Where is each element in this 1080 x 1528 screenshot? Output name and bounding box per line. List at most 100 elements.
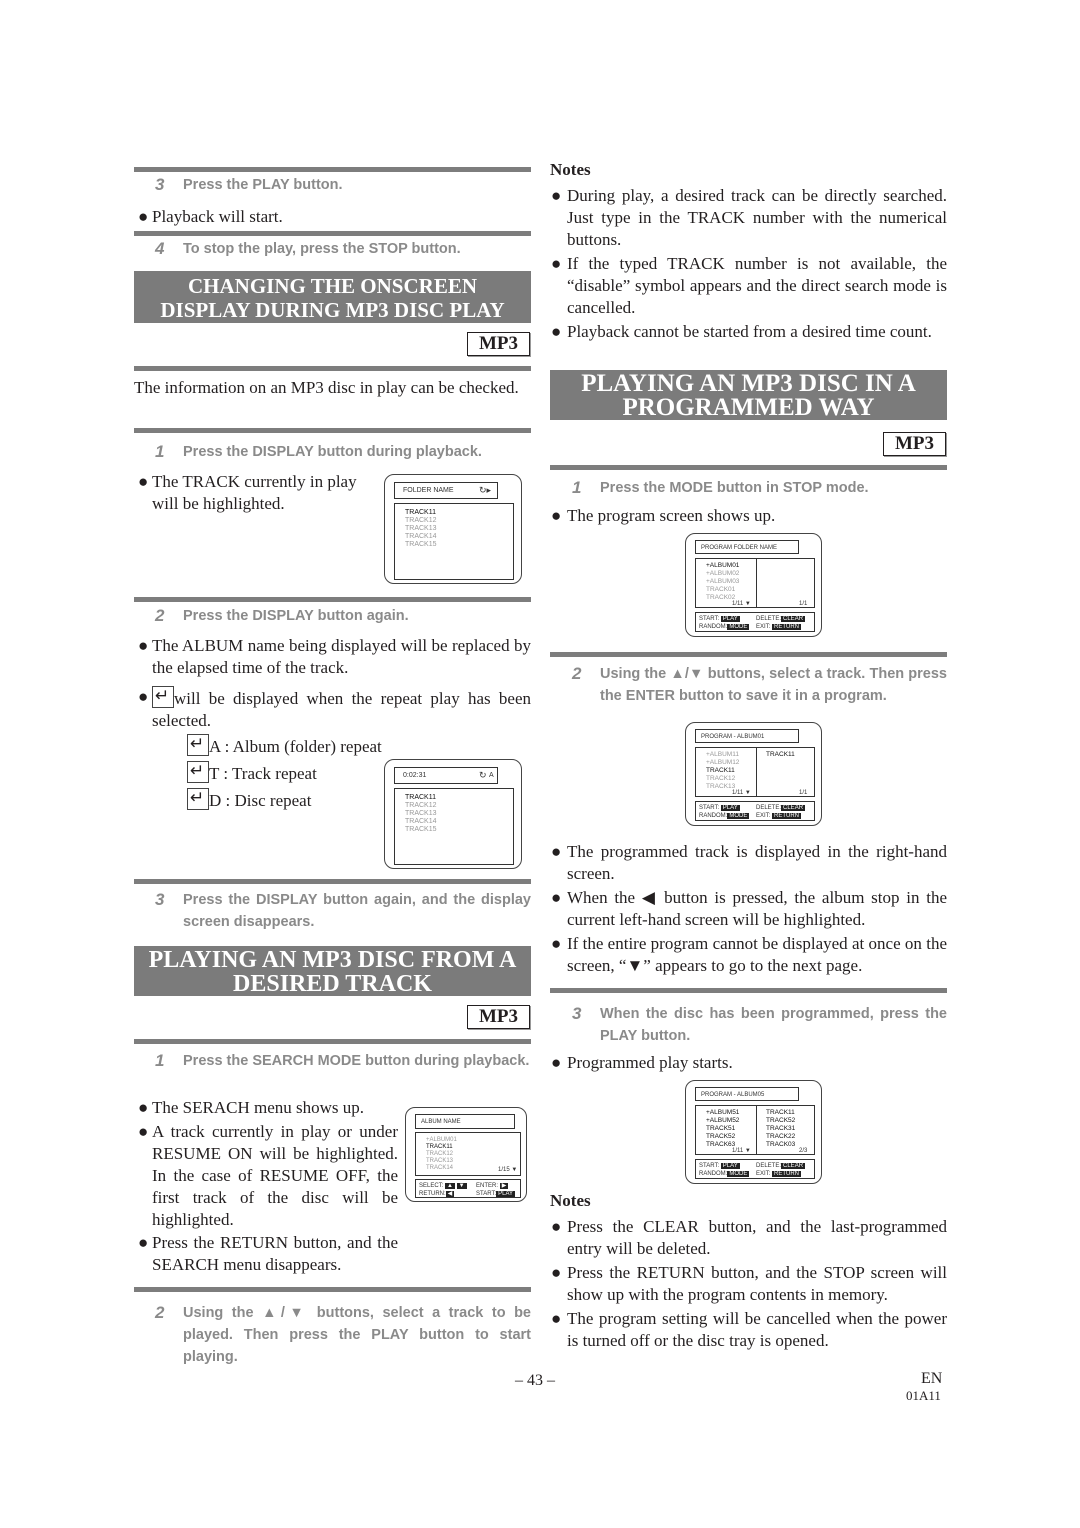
exit-key: EXIT: RETURN: [756, 1171, 802, 1177]
random-key: RANDOM: MODE: [699, 624, 750, 630]
note-item: ● Press the RETURN button, and the STOP …: [551, 1263, 947, 1304]
program-item: TRACK22: [766, 1133, 796, 1140]
notes-heading: Notes: [550, 1191, 591, 1210]
page-indicator: 1/11 ▼: [732, 601, 751, 607]
bullet-programmed-play: ● Programmed play starts.: [551, 1053, 733, 1072]
display-screen-elapsed: 0:02:31 ↻ A TRACK11 TRACK12 TRACK13 TRAC…: [384, 759, 522, 869]
program-screen-3: PROGRAM - ALBUM05 +ALBUM51 +ALBUM52 TRACK51…: [685, 1080, 822, 1184]
note-item: ● Playback cannot be started from a desi…: [551, 322, 932, 341]
page-indicator: 1/1: [799, 790, 808, 796]
program-screen-1: PROGRAM FOLDER NAME +ALBUM01 +ALBUM02 +ALBU…: [685, 533, 822, 637]
step-2-enter: 2 Using the ▲/▼ buttons, select a track.…: [572, 664, 947, 704]
note-item: ● If the typed TRACK number is not avail…: [551, 254, 947, 317]
bullet-back-button: ● When the ◀ button is pressed, the albu…: [551, 888, 947, 929]
display-screen-folder: FOLDER NAME ↻▸ TRACK11 TRACK12 TRACK13 T…: [384, 474, 522, 584]
program-source-list: +ALBUM11 +ALBUM12 TRACK11 TRACK12 TRACK13 1/1…: [695, 747, 757, 797]
screen-header: ALBUM NAME: [415, 1114, 515, 1129]
screen-header: PROGRAM FOLDER NAME: [695, 540, 799, 554]
repeat-mode-track: T : Track repeat: [187, 760, 387, 785]
note-item: ● During play, a desired track can be di…: [551, 186, 947, 249]
divider: [550, 465, 947, 470]
divider: [134, 1039, 531, 1044]
page-indicator: 1/11 ▼: [732, 1148, 751, 1154]
mp3-badge: MP3: [883, 432, 946, 456]
repeat-icon: ↻: [479, 770, 487, 780]
list-item: TRACK01: [706, 586, 736, 593]
start-key: START: PLAY: [699, 1163, 740, 1169]
screen-header: PROGRAM - ALBUM01: [695, 729, 799, 743]
notes-heading: Notes: [550, 160, 591, 179]
page-indicator: 1/1: [799, 601, 808, 607]
program-source-list: +ALBUM51 +ALBUM52 TRACK51 TRACK52 TRACK63 1/1…: [695, 1105, 757, 1155]
divider: [134, 167, 531, 172]
screen-header: FOLDER NAME ↻▸: [394, 482, 498, 499]
mp3-badge: MP3: [467, 332, 530, 356]
program-list: TRACK11 TRACK52 TRACK31 TRACK22 TRACK03 2/3: [756, 1105, 815, 1155]
divider: [134, 231, 531, 236]
step-1-mode: 1 Press the MODE button in STOP mode.: [572, 478, 869, 497]
bullet-playback-start: ● Playback will start.: [138, 207, 283, 226]
key-guide: START: PLAY DELETE: CLEAR RANDOM: MODE EXIT: …: [695, 612, 815, 632]
repeat-icon: [152, 685, 174, 708]
list-item: TRACK11: [706, 767, 735, 774]
repeat-icon: [187, 733, 209, 756]
delete-key: DELETE: CLEAR: [756, 805, 806, 811]
track-list: TRACK11 TRACK12 TRACK13 TRACK14 TRACK15: [394, 503, 514, 580]
bullet-program-screen: ● The program screen shows up.: [551, 506, 776, 525]
program-screen-2: PROGRAM - ALBUM01 +ALBUM11 +ALBUM12 TRACK11…: [685, 722, 822, 826]
screen-title: PROGRAM - ALBUM01: [701, 734, 765, 740]
step-number: 3: [155, 175, 165, 194]
exit-key: EXIT: RETURN: [756, 624, 802, 630]
divider: [134, 366, 531, 371]
track-list: +ALBUM01 TRACK11 TRACK12 TRACK13 TRACK14…: [415, 1132, 521, 1176]
step-1-display: 1 Press the DISPLAY button during playba…: [155, 442, 482, 461]
key-guide: START: PLAY DELETE: CLEAR RANDOM: MODE EXIT: …: [695, 1159, 815, 1179]
bullet-track-highlighted: ● The TRACK currently in play will be hi…: [138, 472, 357, 513]
track-list: TRACK11 TRACK12 TRACK13 TRACK14 TRACK15: [394, 788, 514, 865]
start-key: START: PLAY: [699, 805, 740, 811]
program-list: TRACK11 1/1: [756, 747, 815, 797]
exit-key: EXIT: RETURN: [756, 813, 802, 819]
section-intro: The information on an MP3 disc in play c…: [134, 378, 519, 397]
divider: [134, 597, 531, 602]
random-key: RANDOM: MODE: [699, 813, 750, 819]
step-1-search-mode: 1 Press the SEARCH MODE button during pl…: [155, 1051, 530, 1070]
page-indicator: 2/3: [799, 1148, 808, 1154]
page-number: – 43 –: [515, 1372, 555, 1389]
bullet-programmed-right: ● The programmed track is displayed in t…: [551, 842, 947, 883]
key-guide: START: PLAY DELETE: CLEAR RANDOM: MODE EXIT: …: [695, 801, 815, 821]
note-item: ● The program setting will be cancelled …: [551, 1309, 947, 1350]
list-item: TRACK12: [706, 775, 736, 782]
program-item: TRACK11: [766, 751, 795, 758]
repeat-mode-disc: D : Disc repeat: [187, 787, 387, 812]
bullet-dot: ●: [138, 207, 149, 226]
section-title-desired-track: PLAYING AN MP3 DISC FROM A DESIRED TRACK: [134, 946, 531, 996]
divider: [134, 428, 531, 433]
language-code: EN: [921, 1370, 943, 1387]
divider: [134, 879, 531, 884]
random-key: RANDOM: MODE: [699, 1171, 750, 1177]
note-item: ● Press the CLEAR button, and the last-p…: [551, 1217, 947, 1258]
step-3-play: 3 Press the PLAY button.: [155, 174, 531, 196]
delete-key: DELETE: CLEAR: [756, 616, 806, 622]
screen-header: 0:02:31 ↻ A: [394, 767, 498, 784]
step-3-play-program: 3 When the disc has been programmed, pre…: [572, 1004, 947, 1044]
bullet-return-search: ● Press the RETURN button, and the SEARC…: [138, 1233, 398, 1274]
bullet-track-highlight: ● A track currently in play or under RES…: [138, 1122, 398, 1229]
start-key: START: PLAY: [699, 616, 740, 622]
search-screen: ALBUM NAME +ALBUM01 TRACK11 TRACK12 TRAC…: [405, 1107, 527, 1202]
list-item: +ALBUM11: [706, 751, 739, 758]
bullet-next-page: ● If the entire program cannot be displa…: [551, 934, 947, 975]
section-title-onscreen-display: CHANGING THE ONSCREEN DISPLAY DURING MP3…: [134, 271, 531, 323]
page-indicator: 1/11 ▼: [732, 790, 751, 796]
delete-key: DELETE: CLEAR: [756, 1163, 806, 1169]
section-title-programmed-way: PLAYING AN MP3 DISC IN A PROGRAMMED WAY: [550, 370, 947, 420]
divider: [134, 1287, 531, 1292]
screen-title: PROGRAM FOLDER NAME: [701, 545, 778, 551]
step-2-display-again: 2 Press the DISPLAY button again.: [155, 606, 409, 625]
repeat-icon: ↻▸: [479, 485, 492, 495]
list-item: TRACK63: [706, 1141, 736, 1148]
step-4-stop: 4 To stop the play, press the STOP butto…: [155, 239, 461, 258]
divider: [550, 652, 947, 657]
list-item: +ALBUM02: [706, 570, 740, 577]
